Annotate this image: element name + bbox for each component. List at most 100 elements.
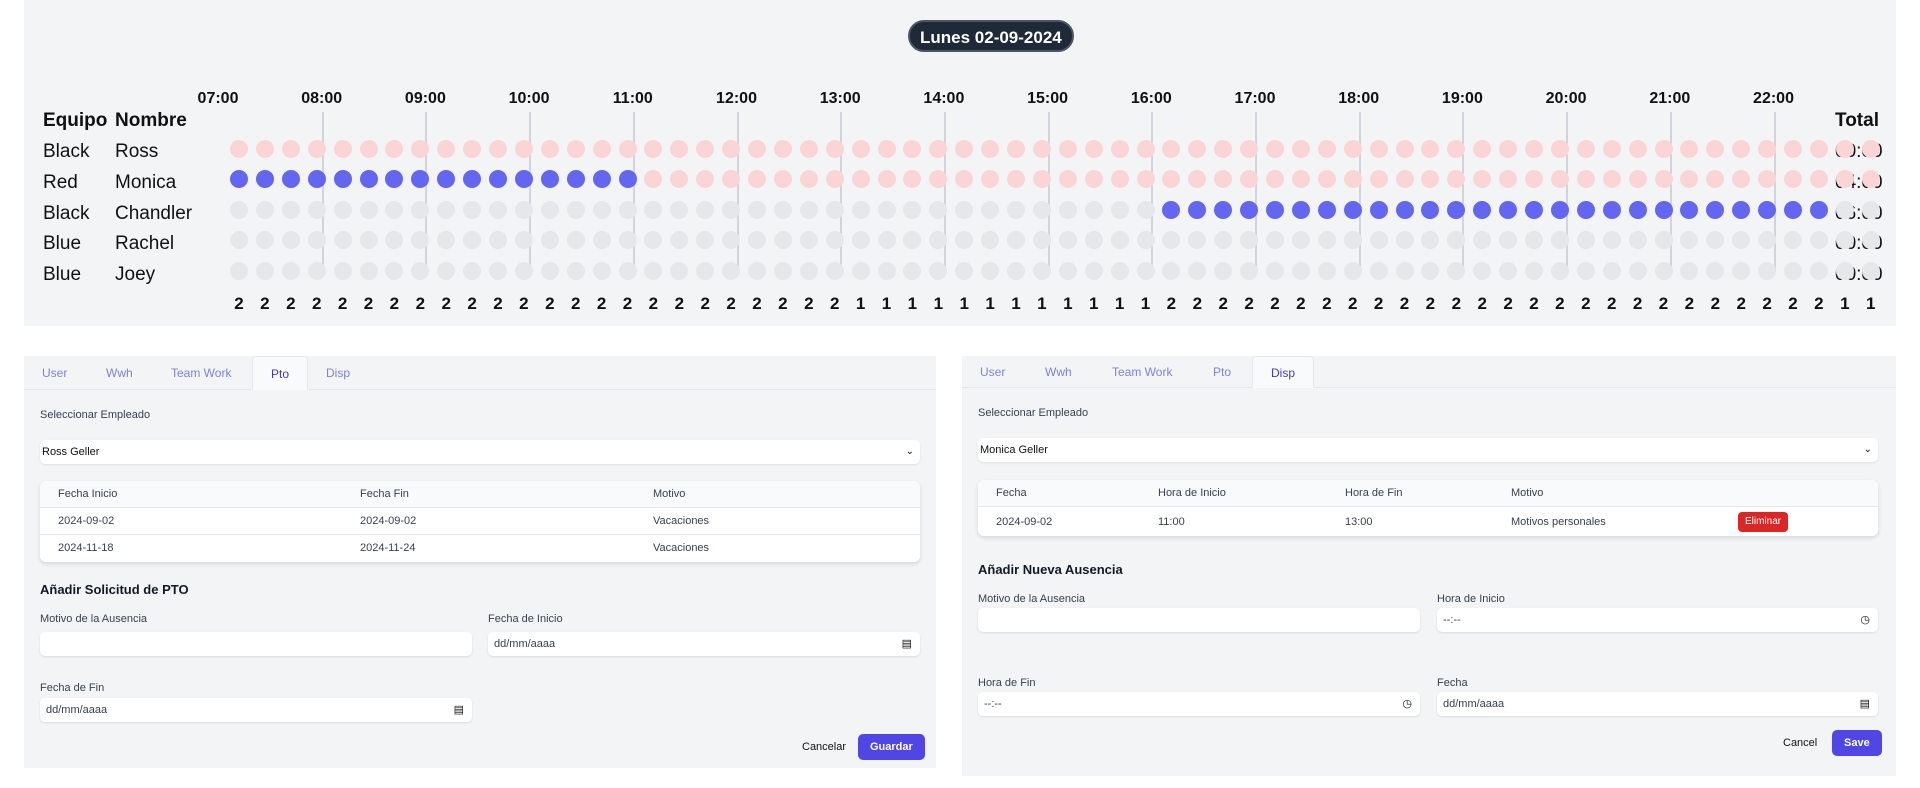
time-slot[interactable] [1525, 201, 1543, 219]
time-slot[interactable] [437, 262, 456, 280]
time-slot[interactable] [1266, 262, 1284, 280]
time-slot[interactable] [955, 262, 974, 280]
time-slot[interactable] [1110, 170, 1129, 188]
time-slot[interactable] [1706, 231, 1725, 249]
time-slot[interactable] [1317, 170, 1336, 188]
time-slot[interactable] [851, 140, 870, 158]
time-slot[interactable] [1602, 140, 1621, 158]
time-slot[interactable] [1550, 201, 1569, 219]
time-slot[interactable] [333, 140, 352, 158]
time-slot[interactable] [463, 231, 482, 249]
time-slot[interactable] [566, 262, 585, 280]
time-slot[interactable] [748, 170, 766, 188]
time-slot[interactable] [540, 201, 559, 219]
time-slot[interactable] [437, 140, 456, 158]
time-slot[interactable] [851, 231, 870, 249]
time-slot[interactable] [1758, 201, 1777, 219]
time-slot[interactable] [1058, 170, 1077, 188]
time-slot[interactable] [281, 231, 300, 249]
time-slot[interactable] [1317, 201, 1336, 219]
time-slot[interactable] [955, 140, 974, 158]
time-slot[interactable] [1084, 140, 1103, 158]
time-slot[interactable] [955, 201, 974, 219]
time-slot[interactable] [799, 170, 818, 188]
time-slot[interactable] [1654, 170, 1673, 188]
time-slot[interactable] [1421, 231, 1440, 249]
time-slot[interactable] [255, 201, 274, 219]
time-slot[interactable] [1266, 231, 1284, 249]
time-slot[interactable] [1861, 231, 1880, 249]
time-slot[interactable] [1654, 231, 1673, 249]
time-slot[interactable] [592, 140, 611, 158]
time-slot[interactable] [644, 262, 663, 280]
time-slot[interactable] [307, 170, 326, 188]
time-slot[interactable] [1473, 170, 1492, 188]
time-slot[interactable] [1058, 140, 1077, 158]
time-slot[interactable] [696, 140, 715, 158]
time-slot[interactable] [1680, 140, 1699, 158]
time-slot[interactable] [359, 201, 378, 219]
time-slot[interactable] [696, 262, 715, 280]
time-slot[interactable] [255, 140, 274, 158]
time-slot[interactable] [514, 170, 533, 188]
time-slot[interactable] [670, 170, 689, 188]
time-slot[interactable] [333, 231, 352, 249]
time-slot[interactable] [1654, 262, 1673, 280]
time-slot[interactable] [1343, 262, 1362, 280]
time-slot[interactable] [437, 170, 456, 188]
time-slot[interactable] [825, 262, 844, 280]
time-slot[interactable] [1136, 201, 1155, 219]
time-slot[interactable] [1084, 170, 1103, 188]
time-slot[interactable] [281, 140, 300, 158]
time-slot[interactable] [1628, 201, 1647, 219]
time-slot[interactable] [851, 262, 870, 280]
time-slot[interactable] [644, 231, 663, 249]
time-slot[interactable] [1550, 140, 1569, 158]
time-slot[interactable] [489, 170, 507, 188]
time-slot[interactable] [1602, 262, 1621, 280]
time-slot[interactable] [903, 262, 922, 280]
time-slot[interactable] [670, 140, 689, 158]
time-slot[interactable] [359, 140, 378, 158]
time-slot[interactable] [1499, 201, 1518, 219]
time-slot[interactable] [1732, 170, 1751, 188]
time-slot[interactable] [981, 140, 1000, 158]
time-slot[interactable] [1576, 140, 1595, 158]
time-slot[interactable] [1421, 262, 1440, 280]
time-slot[interactable] [1758, 231, 1777, 249]
time-slot[interactable] [1473, 262, 1492, 280]
delete-button[interactable]: Eliminar [1738, 512, 1789, 532]
time-slot[interactable] [903, 170, 922, 188]
time-slot[interactable] [1784, 140, 1802, 158]
tab-user[interactable]: User [24, 356, 85, 390]
time-slot[interactable] [281, 201, 300, 219]
time-slot[interactable] [333, 262, 352, 280]
time-slot[interactable] [644, 140, 663, 158]
time-slot[interactable] [1188, 231, 1207, 249]
time-slot[interactable] [411, 262, 430, 280]
time-slot[interactable] [1706, 201, 1725, 219]
time-slot[interactable] [851, 201, 870, 219]
time-slot[interactable] [1162, 170, 1181, 188]
employee-select[interactable]: Ross Geller ⌄ [40, 440, 920, 464]
time-slot[interactable] [463, 262, 482, 280]
time-slot[interactable] [1188, 140, 1207, 158]
time-slot[interactable] [1628, 262, 1647, 280]
time-slot[interactable] [981, 201, 1000, 219]
time-slot[interactable] [1835, 140, 1854, 158]
date-pill[interactable]: Lunes 02-09-2024 [908, 20, 1074, 52]
time-slot[interactable] [670, 231, 689, 249]
time-slot[interactable] [1525, 140, 1543, 158]
time-slot[interactable] [1628, 170, 1647, 188]
time-slot[interactable] [1240, 231, 1259, 249]
save-button[interactable]: Guardar [858, 734, 925, 760]
time-slot[interactable] [1395, 262, 1414, 280]
cancel-button[interactable]: Cancelar [802, 741, 846, 753]
time-slot[interactable] [1084, 201, 1103, 219]
time-slot[interactable] [1602, 231, 1621, 249]
start-date-input[interactable]: dd/mm/aaaa ▤ [488, 632, 920, 656]
time-slot[interactable] [1007, 262, 1025, 280]
time-slot[interactable] [1343, 170, 1362, 188]
time-slot[interactable] [592, 231, 611, 249]
time-slot[interactable] [1654, 201, 1673, 219]
